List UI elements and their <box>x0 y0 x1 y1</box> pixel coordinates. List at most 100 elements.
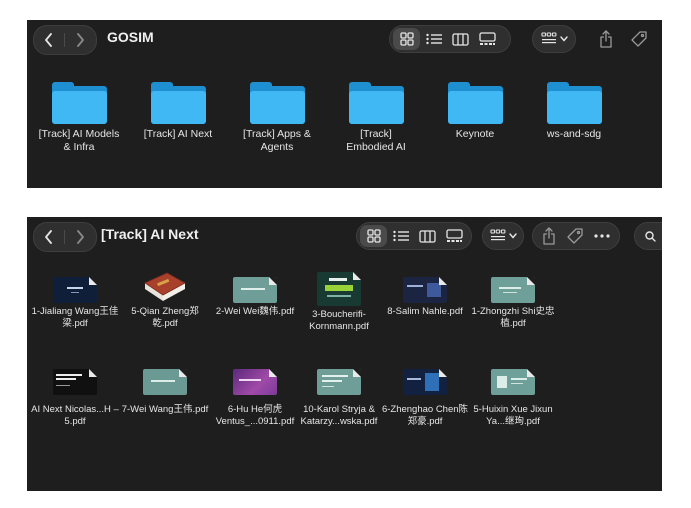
file-item[interactable]: 1-Zhongzhi Shi史忠植.pdf <box>468 277 558 330</box>
folder-label: [Track] Embodied AI <box>346 128 406 153</box>
file-label: 3-Boucherifi-Kornmann.pdf <box>309 309 369 332</box>
column-view-button[interactable] <box>414 225 441 247</box>
column-view-button[interactable] <box>447 28 474 50</box>
nav-buttons <box>33 222 97 252</box>
column-view-icon <box>419 229 436 243</box>
gallery-view-button[interactable] <box>441 225 468 247</box>
group-by-button[interactable] <box>482 222 524 250</box>
icon-view-icon <box>399 32 414 46</box>
file-label: 7-Wei Wang王伟.pdf <box>121 404 209 415</box>
list-view-icon <box>392 230 409 242</box>
file-item[interactable]: AI Next Nicolas...H – 5.pdf <box>30 369 120 428</box>
pdf-thumbnail-icon <box>491 277 535 303</box>
file-item[interactable]: 5-Qian Zheng郑乾.pdf <box>120 269 210 330</box>
pdf-thumbnail-icon <box>403 277 447 303</box>
gallery-view-button[interactable] <box>474 28 501 50</box>
window-title: [Track] AI Next <box>101 226 199 242</box>
folder-label: [Track] AI Next <box>143 128 213 140</box>
folder-icon <box>447 82 503 124</box>
finder-window-ai-next: [Track] AI Next 1-Jialiang Wang王佳梁.pdf 5… <box>27 217 662 491</box>
tag-icon <box>567 228 583 244</box>
folder-item[interactable]: [Track] AI Models & Infra <box>34 82 124 154</box>
more-button[interactable] <box>594 234 610 238</box>
pdf-thumbnail-icon <box>233 277 277 303</box>
tag-button[interactable] <box>625 25 653 53</box>
list-view-button[interactable] <box>387 225 414 247</box>
folder-label: ws-and-sdg <box>546 128 602 140</box>
search-button[interactable] <box>634 222 662 250</box>
folder-item[interactable]: [Track] AI Next <box>133 82 223 141</box>
folder-icon <box>150 82 206 124</box>
group-by-icon <box>489 229 505 241</box>
more-icon <box>594 234 610 238</box>
file-label: 10-Karol Stryja & Katarzy...wska.pdf <box>300 404 378 427</box>
tag-icon <box>631 31 647 47</box>
folder-label: [Track] Apps & Agents <box>243 128 311 153</box>
folder-icon <box>348 82 404 124</box>
gallery-view-icon <box>446 229 463 242</box>
chevron-right-icon <box>77 33 84 47</box>
file-item[interactable]: 7-Wei Wang王伟.pdf <box>120 369 210 416</box>
finder-window-gosim: GOSIM [Track] AI Models & Infra [Track] … <box>27 20 662 188</box>
folder-item[interactable]: ws-and-sdg <box>529 82 619 141</box>
file-item[interactable]: 6-Zhenghao Chen陈郑豪.pdf <box>380 369 470 428</box>
file-item[interactable]: 2-Wei Wei魏伟.pdf <box>210 277 300 318</box>
pdf-thumbnail-icon <box>491 369 535 395</box>
tag-button[interactable] <box>567 228 583 244</box>
back-button[interactable] <box>34 26 64 54</box>
pdf-thumbnail-icon <box>317 272 361 306</box>
forward-button[interactable] <box>65 223 95 251</box>
search-icon <box>645 230 656 242</box>
file-label: 5-Qian Zheng郑乾.pdf <box>131 306 199 329</box>
icon-view-icon <box>366 229 381 243</box>
file-item[interactable]: 5-Huixin Xue Jixun Ya...继珣.pdf <box>468 369 558 428</box>
view-switcher <box>389 25 511 53</box>
chevron-down-icon <box>559 36 568 42</box>
list-view-button[interactable] <box>420 28 447 50</box>
file-item[interactable]: 1-Jialiang Wang王佳梁.pdf <box>30 277 120 330</box>
file-label: 8-Salim Nahle.pdf <box>387 306 463 317</box>
file-label: 1-Zhongzhi Shi史忠植.pdf <box>471 306 555 329</box>
file-item[interactable]: 10-Karol Stryja & Katarzy...wska.pdf <box>294 369 384 428</box>
share-icon <box>543 227 555 245</box>
file-item[interactable]: 8-Salim Nahle.pdf <box>380 277 470 318</box>
forward-button[interactable] <box>65 26 95 54</box>
folder-icon <box>51 82 107 124</box>
folder-item[interactable]: [Track] Embodied AI <box>331 82 421 154</box>
actions-group <box>532 222 620 250</box>
gallery-view-icon <box>479 32 496 45</box>
group-by-button[interactable] <box>532 25 576 53</box>
icon-view-button[interactable] <box>360 225 387 247</box>
file-item[interactable]: 3-Boucherifi-Kornmann.pdf <box>294 272 384 333</box>
pdf-thumbnail-icon <box>53 277 97 303</box>
back-button[interactable] <box>34 223 64 251</box>
folder-item[interactable]: [Track] Apps & Agents <box>232 82 322 154</box>
window-title: GOSIM <box>107 29 154 45</box>
file-label: 6-Hu He何虎Ventus_...0911.pdf <box>215 404 295 427</box>
chevron-left-icon <box>45 230 52 244</box>
toolbar: [Track] AI Next <box>27 217 662 257</box>
group-by-icon <box>540 32 556 44</box>
folder-label: Keynote <box>455 128 495 140</box>
file-label: AI Next Nicolas...H – 5.pdf <box>31 404 119 427</box>
share-button[interactable] <box>592 25 620 53</box>
nav-buttons <box>33 25 97 55</box>
folder-icon <box>249 82 305 124</box>
icon-view-button[interactable] <box>393 28 420 50</box>
pdf-thumbnail-icon <box>143 369 187 395</box>
folder-item[interactable]: Keynote <box>430 82 520 141</box>
file-label: 5-Huixin Xue Jixun Ya...继珣.pdf <box>473 404 553 427</box>
share-icon <box>600 30 612 48</box>
pdf-thumbnail-icon <box>233 369 277 395</box>
column-view-icon <box>452 32 469 46</box>
chevron-down-icon <box>508 233 517 239</box>
pdf-thumbnail-icon <box>403 369 447 395</box>
list-view-icon <box>425 33 442 45</box>
pdf-thumbnail-icon <box>317 369 361 395</box>
file-label: 2-Wei Wei魏伟.pdf <box>215 306 295 317</box>
share-button[interactable] <box>542 227 556 245</box>
file-label: 1-Jialiang Wang王佳梁.pdf <box>31 306 119 329</box>
pdf-thumbnail-icon <box>53 369 97 395</box>
file-item[interactable]: 6-Hu He何虎Ventus_...0911.pdf <box>210 369 300 428</box>
folder-icon <box>546 82 602 124</box>
